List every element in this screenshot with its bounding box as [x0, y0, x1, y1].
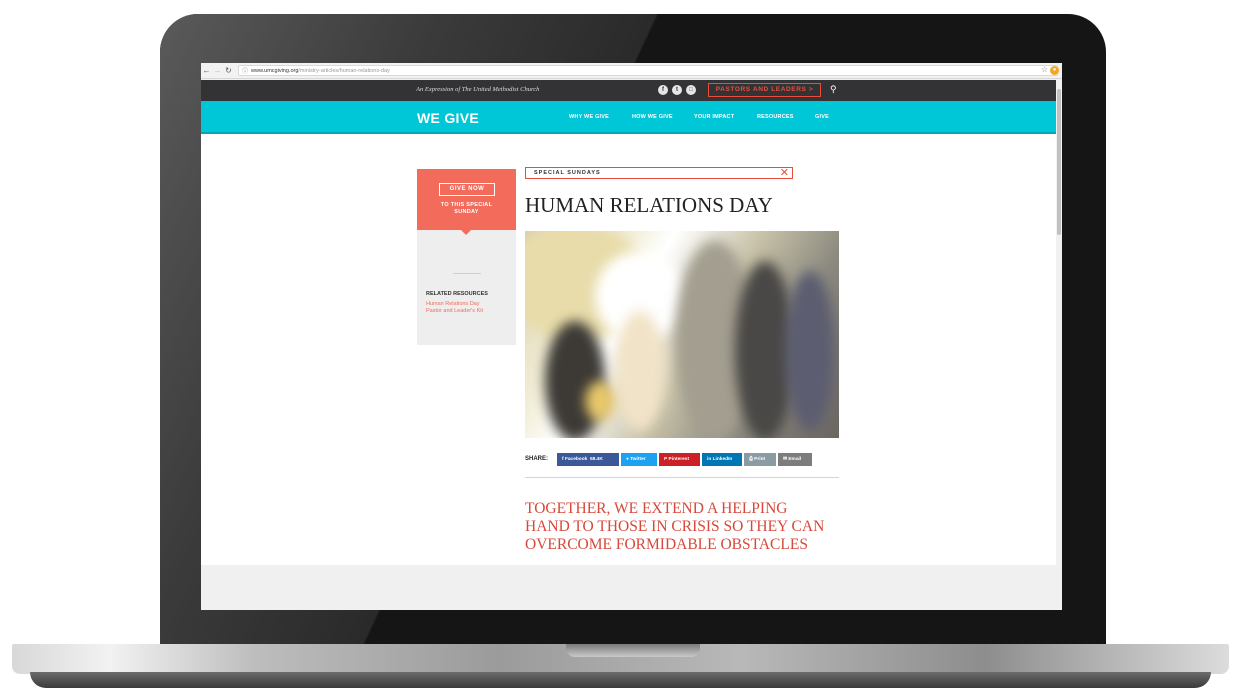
- bookmark-star-icon[interactable]: ☆: [1041, 65, 1048, 74]
- nav-give[interactable]: GIVE: [815, 114, 829, 120]
- share-linkedin-button[interactable]: in LinkedIn: [702, 453, 742, 466]
- divider: [453, 273, 481, 274]
- laptop-notch: [566, 644, 700, 657]
- url-host: www.umcgiving.org: [251, 67, 299, 74]
- share-facebook-label: Facebook: [564, 457, 588, 462]
- give-now-panel: GIVE NOW TO THIS SPECIAL SUNDAY: [417, 169, 516, 230]
- share-twitter-label: Twitter: [630, 457, 646, 462]
- article-intro: TOGETHER, WE EXTEND A HELPING HAND TO TH…: [525, 500, 825, 553]
- share-print-label: Print: [754, 457, 766, 462]
- give-now-subtitle: TO THIS SPECIAL SUNDAY: [417, 202, 516, 216]
- share-facebook-button[interactable]: f Facebook 58.4K: [557, 453, 619, 466]
- related-resources-panel: RELATED RESOURCES Human Relations Day Pa…: [417, 230, 516, 345]
- share-twitter-button[interactable]: ● Twitter: [621, 453, 657, 466]
- facebook-icon[interactable]: f: [658, 85, 668, 95]
- nav-resources[interactable]: RESOURCES: [757, 114, 794, 120]
- address-bar[interactable]: ⓘ www.umcgiving.org /ministry-articles/h…: [238, 65, 1058, 76]
- share-label: SHARE:: [525, 456, 549, 462]
- page-title: HUMAN RELATIONS DAY: [525, 193, 773, 217]
- related-resource-link[interactable]: Human Relations Day Pastor and Leader's …: [426, 301, 506, 314]
- share-email-button[interactable]: ✉ Email: [778, 453, 812, 466]
- share-linkedin-label: LinkedIn: [712, 457, 733, 462]
- share-pinterest-label: Pinterest: [668, 457, 690, 462]
- nav-why-we-give[interactable]: WHY WE GIVE: [569, 114, 609, 120]
- share-print-button[interactable]: ⎙ Print: [744, 453, 776, 466]
- pastors-and-leaders-button[interactable]: PASTORS AND LEADERS >: [708, 83, 821, 97]
- category-banner: SPECIAL SUNDAYS ✕: [525, 167, 793, 179]
- related-resource-link-line2[interactable]: Pastor and Leader's Kit: [426, 308, 506, 315]
- url-path: /ministry-articles/human-relations-day: [298, 67, 390, 74]
- top-utility-bar: An Expression of The United Methodist Ch…: [201, 80, 1056, 101]
- give-now-subtitle-line1: TO THIS SPECIAL: [440, 202, 493, 208]
- hero-image: [525, 231, 839, 438]
- reload-icon[interactable]: ↻: [223, 66, 234, 75]
- panel-pointer: [461, 230, 471, 235]
- share-pinterest-button[interactable]: P Pinterest: [659, 453, 700, 466]
- share-email-label: Email: [788, 457, 802, 462]
- give-now-subtitle-line2: SUNDAY: [454, 209, 479, 215]
- tagline: An Expression of The United Methodist Ch…: [416, 86, 540, 93]
- main-navigation: WE GIVE WHY WE GIVE HOW WE GIVE YOUR IMP…: [201, 101, 1056, 134]
- browser-toolbar: ← → ↻ ⓘ www.umcgiving.org /ministry-arti…: [201, 63, 1062, 79]
- cross-decoration-icon: ✕: [779, 167, 789, 179]
- scrollbar-thumb[interactable]: [1057, 89, 1061, 235]
- twitter-icon[interactable]: t: [672, 85, 682, 95]
- search-icon[interactable]: ⚲: [830, 84, 837, 95]
- nav-your-impact[interactable]: YOUR IMPACT: [694, 114, 734, 120]
- divider: [525, 477, 839, 478]
- category-label[interactable]: SPECIAL SUNDAYS: [534, 170, 601, 176]
- back-icon[interactable]: ←: [201, 66, 212, 75]
- related-resources-title: RELATED RESOURCES: [426, 291, 488, 297]
- laptop-base-shadow: [30, 672, 1211, 688]
- instagram-icon[interactable]: □: [686, 85, 696, 95]
- screen: ← → ↻ ⓘ www.umcgiving.org /ministry-arti…: [201, 63, 1062, 610]
- share-facebook-count: 58.4K: [590, 457, 603, 462]
- extension-icon[interactable]: ●: [1050, 66, 1059, 75]
- forward-icon[interactable]: →: [212, 66, 223, 75]
- we-give-logo[interactable]: WE GIVE: [417, 110, 479, 126]
- nav-how-we-give[interactable]: HOW WE GIVE: [632, 114, 673, 120]
- give-now-button[interactable]: GIVE NOW: [439, 183, 495, 196]
- info-icon[interactable]: ⓘ: [242, 66, 248, 75]
- screen-bottom-bezel: [201, 565, 1062, 610]
